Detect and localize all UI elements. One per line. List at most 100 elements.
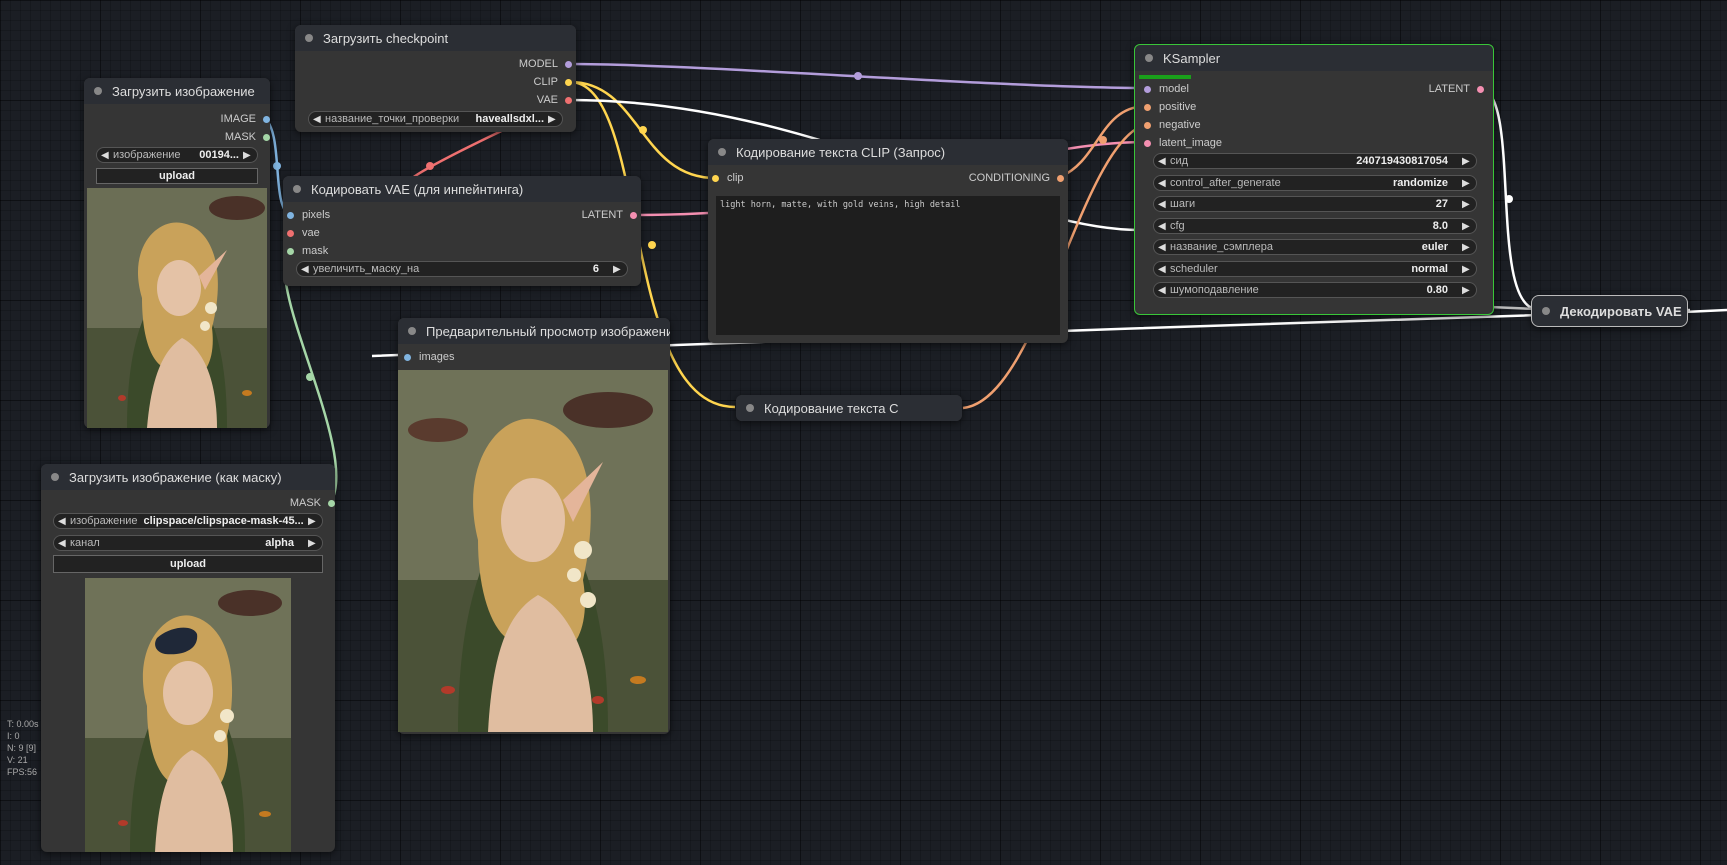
arrow-left-icon[interactable]: ◀ [58,538,68,549]
node-load-image[interactable]: Загрузить изображение IMAGE MASK ◀ изобра… [84,78,270,428]
mask-image-combo[interactable]: ◀ изображение clipspace/clipspace-mask-45.… [53,513,323,529]
conditioning-slot-icon[interactable] [1144,103,1151,111]
control-after-generate-combo[interactable]: ◀ control_after_generate randomize ▶ [1153,175,1477,191]
node-vae-encode-inpaint[interactable]: Кодировать VAE (для инпейнтинга) pixels … [283,176,641,286]
channel-combo[interactable]: ◀ канал alpha ▶ [53,535,323,551]
collapse-dot-icon[interactable] [293,185,301,193]
collapse-dot-icon[interactable] [94,87,102,95]
collapse-dot-icon[interactable] [718,148,726,156]
node-title[interactable]: Кодировать VAE (для инпейнтинга) [283,176,641,202]
image-slot-icon[interactable] [287,211,294,219]
output-latent[interactable]: LATENT [1384,81,1484,97]
node-title[interactable]: Кодирование текста C [736,395,962,421]
input-images[interactable]: images [404,349,454,365]
arrow-left-icon[interactable]: ◀ [301,264,311,275]
upload-button[interactable]: upload [53,555,323,573]
arrow-left-icon[interactable]: ◀ [1158,264,1168,275]
node-title[interactable]: Предварительный просмотр изображения [398,318,670,344]
arrow-left-icon[interactable]: ◀ [1158,221,1168,232]
seed-stepper[interactable]: ◀ сид 240719430817054 ▶ [1153,153,1477,169]
output-conditioning[interactable]: CONDITIONING [904,170,1064,186]
collapse-dot-icon[interactable] [1145,54,1153,62]
arrow-left-icon[interactable]: ◀ [1158,242,1168,253]
arrow-right-icon[interactable]: ▶ [1462,178,1472,189]
denoise-stepper[interactable]: ◀ шумоподавление 0.80 ▶ [1153,282,1477,298]
prompt-textarea[interactable]: light horn, matte, with gold veins, high… [716,196,1060,335]
mask-slot-icon[interactable] [263,133,270,141]
collapse-dot-icon[interactable] [408,327,416,335]
model-slot-icon[interactable] [1144,85,1151,93]
arrow-left-icon[interactable]: ◀ [1158,199,1168,210]
node-title[interactable]: Загрузить изображение (как маску) [41,464,335,490]
node-title[interactable]: Загрузить изображение [84,78,270,104]
output-clip[interactable]: CLIP [472,74,572,90]
clip-slot-icon[interactable] [712,174,719,182]
upload-button[interactable]: upload [96,168,258,184]
input-latent-image[interactable]: latent_image [1144,135,1222,151]
arrow-left-icon[interactable]: ◀ [1158,156,1168,167]
mask-slot-icon[interactable] [287,247,294,255]
arrow-right-icon[interactable]: ▶ [613,264,623,275]
arrow-left-icon[interactable]: ◀ [313,114,323,125]
grow-mask-stepper[interactable]: ◀ увеличить_маску_на 6 ▶ [296,261,628,277]
arrow-left-icon[interactable]: ◀ [1158,285,1168,296]
output-vae[interactable]: VAE [472,92,572,108]
arrow-right-icon[interactable]: ▶ [1462,242,1472,253]
input-positive[interactable]: positive [1144,99,1196,115]
node-vae-decode[interactable]: Декодировать VAE [1531,295,1688,327]
image-slot-icon[interactable] [404,353,411,361]
node-load-image-mask[interactable]: Загрузить изображение (как маску) MASK ◀… [41,464,335,852]
output-latent[interactable]: LATENT [537,207,637,223]
input-clip[interactable]: clip [712,170,744,186]
image-combo[interactable]: ◀ изображение 00194... ▶ [96,147,258,163]
input-mask[interactable]: mask [287,243,328,259]
mask-slot-icon[interactable] [328,499,335,507]
conditioning-slot-icon[interactable] [1057,174,1064,182]
arrow-left-icon[interactable]: ◀ [58,516,68,527]
arrow-right-icon[interactable]: ▶ [1462,156,1472,167]
collapse-dot-icon[interactable] [1542,307,1550,315]
node-title[interactable]: KSampler [1135,45,1493,71]
conditioning-slot-icon[interactable] [1144,121,1151,129]
input-model[interactable]: model [1144,81,1189,97]
arrow-right-icon[interactable]: ▶ [308,538,318,549]
image-slot-icon[interactable] [263,115,270,123]
vae-slot-icon[interactable] [565,96,572,104]
collapse-dot-icon[interactable] [51,473,59,481]
collapse-dot-icon[interactable] [305,34,313,42]
output-model[interactable]: MODEL [472,56,572,72]
scheduler-combo[interactable]: ◀ scheduler normal ▶ [1153,261,1477,277]
arrow-left-icon[interactable]: ◀ [101,150,111,161]
cfg-stepper[interactable]: ◀ cfg 8.0 ▶ [1153,218,1477,234]
node-load-checkpoint[interactable]: Загрузить checkpoint MODEL CLIP VAE ◀ наз… [295,25,576,132]
arrow-left-icon[interactable]: ◀ [1158,178,1168,189]
output-image[interactable]: IMAGE [170,111,270,127]
node-clip-text-encode-positive[interactable]: Кодирование текста CLIP (Запрос) clip CO… [708,139,1068,343]
input-vae[interactable]: vae [287,225,320,241]
arrow-right-icon[interactable]: ▶ [308,516,318,527]
node-ksampler[interactable]: KSampler model positive negative latent_… [1134,44,1494,315]
node-title[interactable]: Кодирование текста CLIP (Запрос) [708,139,1068,165]
steps-stepper[interactable]: ◀ шаги 27 ▶ [1153,196,1477,212]
arrow-right-icon[interactable]: ▶ [1462,199,1472,210]
collapse-dot-icon[interactable] [746,404,754,412]
latent-slot-icon[interactable] [630,211,637,219]
arrow-right-icon[interactable]: ▶ [243,150,253,161]
node-preview-image[interactable]: Предварительный просмотр изображения ima… [398,318,670,734]
checkpoint-combo[interactable]: ◀ название_точки_проверки haveallsdxl... ▶ [308,111,563,127]
latent-slot-icon[interactable] [1144,139,1151,147]
arrow-right-icon[interactable]: ▶ [1462,285,1472,296]
clip-slot-icon[interactable] [565,78,572,86]
arrow-right-icon[interactable]: ▶ [1462,264,1472,275]
input-pixels[interactable]: pixels [287,207,330,223]
node-clip-text-encode-negative[interactable]: Кодирование текста C [736,395,962,421]
latent-slot-icon[interactable] [1477,85,1484,93]
vae-slot-icon[interactable] [287,229,294,237]
input-negative[interactable]: negative [1144,117,1201,133]
output-mask[interactable]: MASK [235,495,335,511]
arrow-right-icon[interactable]: ▶ [548,114,558,125]
output-mask[interactable]: MASK [170,129,270,145]
node-title[interactable]: Загрузить checkpoint [295,25,576,51]
node-title[interactable]: Декодировать VAE [1532,296,1687,326]
sampler-name-combo[interactable]: ◀ название_сэмплера euler ▶ [1153,239,1477,255]
